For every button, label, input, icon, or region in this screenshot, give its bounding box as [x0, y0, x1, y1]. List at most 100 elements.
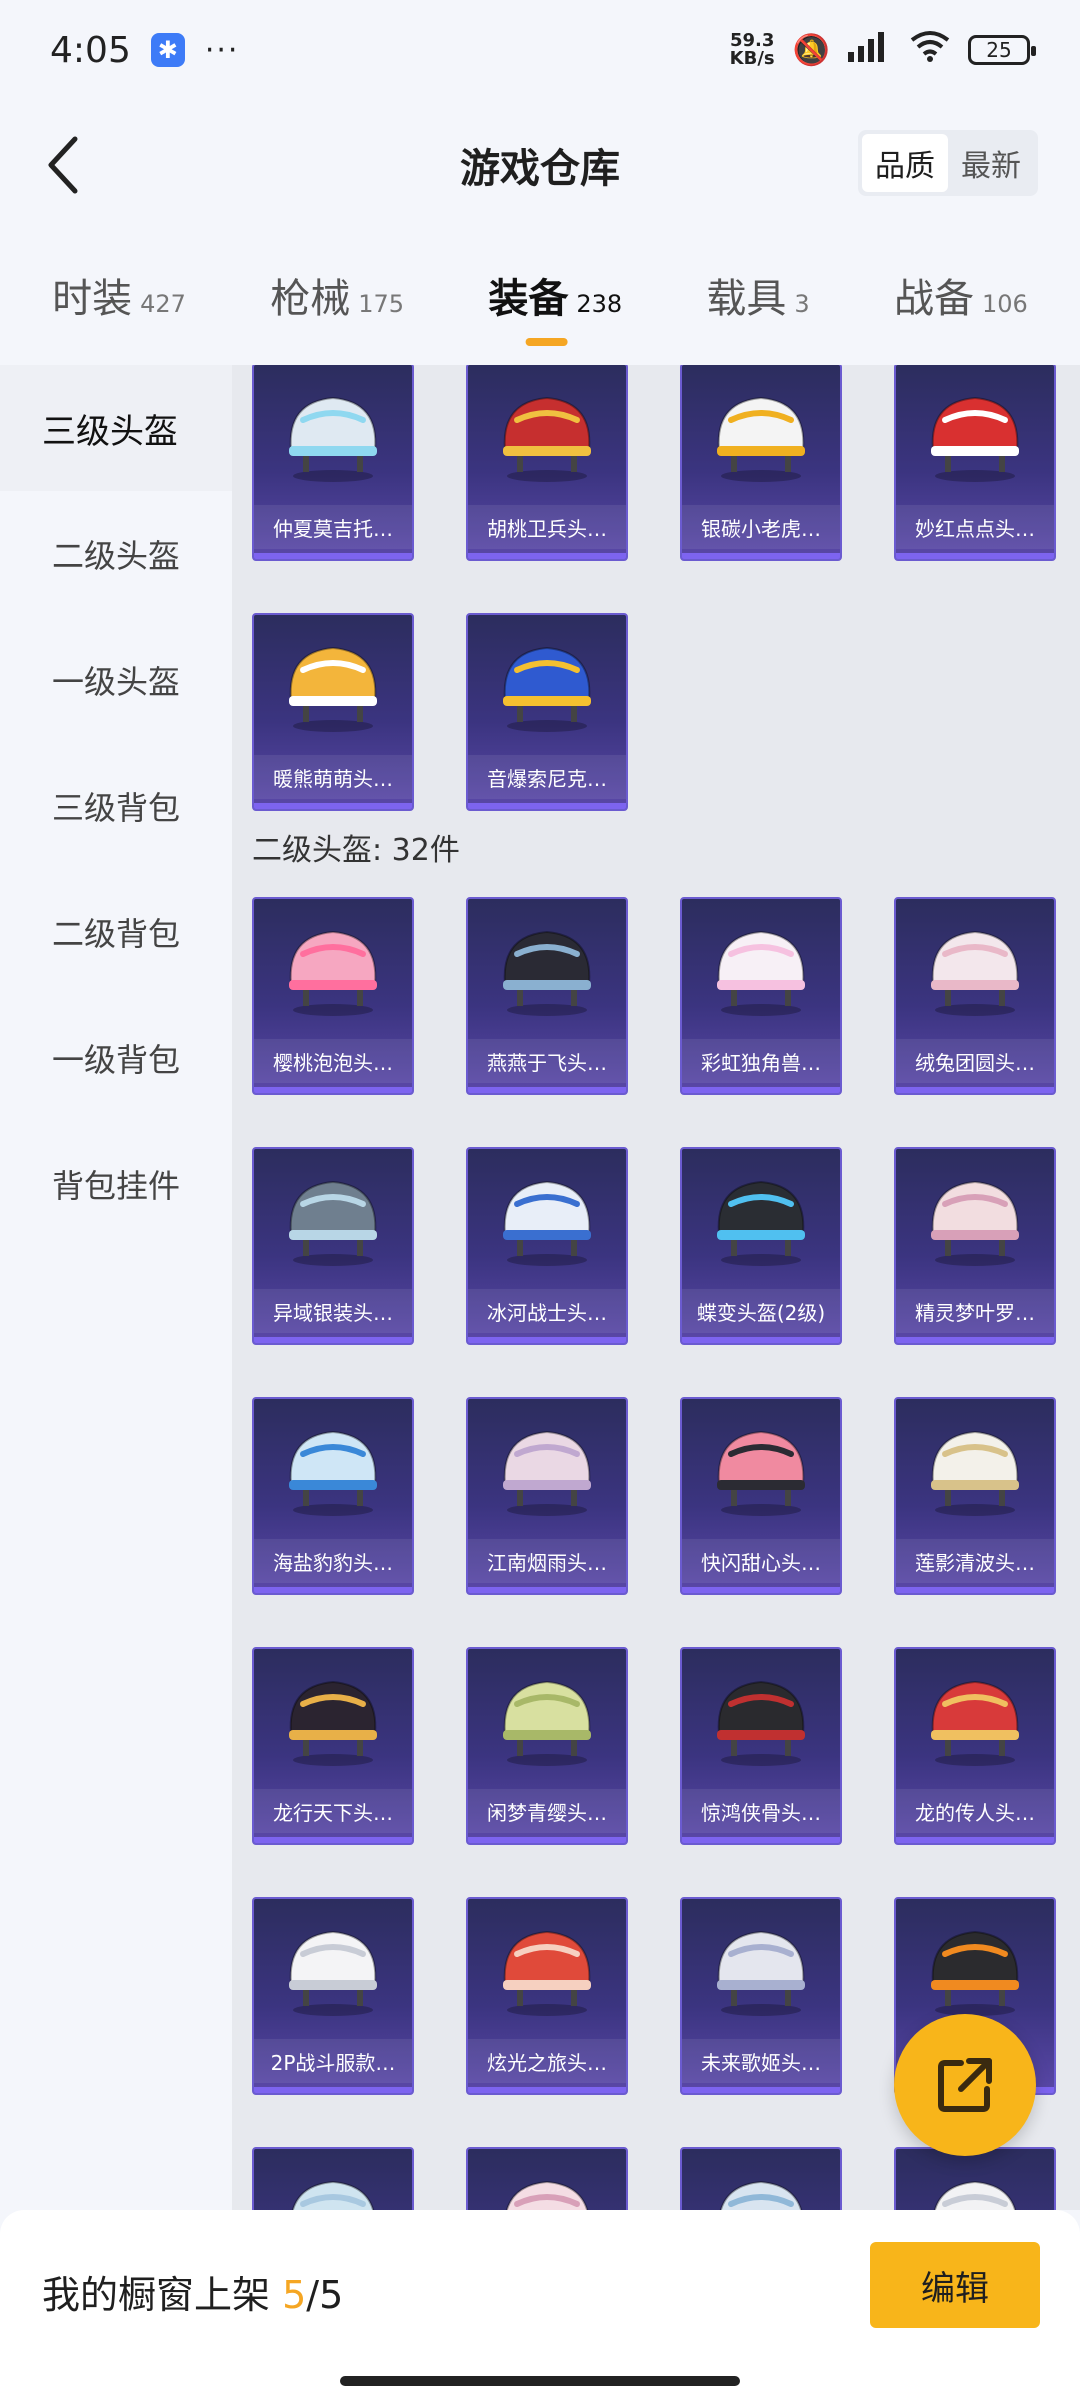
item-name: 银碳小老虎…	[682, 505, 840, 549]
bottom-bar: 我的橱窗上架 5/5 编辑	[0, 2210, 1080, 2400]
tab-equipment[interactable]: 装备 238	[488, 266, 622, 346]
helmet-icon	[468, 1899, 626, 2039]
helmet-icon	[682, 1399, 840, 1539]
helmet-icon	[896, 1149, 1054, 1289]
category-tabs: 时装 427 枪械 175 装备 238 载具 3 战备 106	[0, 230, 1080, 360]
showcase-count-current: 5	[282, 2273, 307, 2317]
helmet-icon	[896, 899, 1054, 1039]
item-name: 燕燕于飞头…	[468, 1039, 626, 1083]
tab-fashion[interactable]: 时装 427	[52, 266, 186, 324]
item-card[interactable]: 绒兔团圆头…	[894, 897, 1056, 1095]
item-card[interactable]: 江南烟雨头…	[466, 1397, 628, 1595]
tab-vehicles[interactable]: 载具 3	[706, 266, 809, 324]
item-card[interactable]	[252, 2147, 414, 2210]
helmet-icon	[896, 1399, 1054, 1539]
item-card[interactable]	[680, 2147, 842, 2210]
item-name: 妙红点点头…	[896, 505, 1054, 549]
item-card[interactable]: 2P战斗服款…	[252, 1897, 414, 2095]
helmet-icon	[896, 365, 1054, 505]
helmet-icon	[254, 1149, 412, 1289]
share-button[interactable]	[894, 2014, 1036, 2156]
item-card[interactable]: 妙红点点头…	[894, 365, 1056, 561]
header: 游戏仓库 品质 最新	[0, 100, 1080, 230]
helmet-icon	[254, 2149, 412, 2210]
item-name: 炫光之旅头…	[468, 2039, 626, 2083]
showcase-count-total: /5	[306, 2273, 344, 2317]
item-card[interactable]	[894, 2147, 1056, 2210]
sidebar-item-level1-helmet[interactable]: 一级头盔	[0, 617, 232, 743]
helmet-icon	[682, 365, 840, 505]
helmet-icon	[682, 2149, 840, 2210]
sidebar-item-level3-backpack[interactable]: 三级背包	[0, 743, 232, 869]
item-card[interactable]: 惊鸿侠骨头…	[680, 1647, 842, 1845]
helmet-icon	[468, 1649, 626, 1789]
item-card[interactable]: 龙行天下头…	[252, 1647, 414, 1845]
item-card[interactable]: 快闪甜心头…	[680, 1397, 842, 1595]
sidebar-item-level1-backpack[interactable]: 一级背包	[0, 995, 232, 1121]
helmet-icon	[896, 1649, 1054, 1789]
item-card[interactable]: 莲影清波头…	[894, 1397, 1056, 1595]
item-name: 异域银装头…	[254, 1289, 412, 1333]
item-name: 龙的传人头…	[896, 1789, 1054, 1833]
item-card[interactable]: 仲夏莫吉托…	[252, 365, 414, 561]
item-card[interactable]: 精灵梦叶罗…	[894, 1147, 1056, 1345]
item-card[interactable]: 银碳小老虎…	[680, 365, 842, 561]
item-card[interactable]: 冰河战士头…	[466, 1147, 628, 1345]
level2-helmet-grid: 樱桃泡泡头… 燕燕于飞头… 彩虹独角兽… 绒兔团圆头… 异域银装头… 冰河战士头… 蝶变头盔…	[252, 897, 1056, 2210]
item-name: 音爆索尼克…	[468, 755, 626, 799]
helmet-icon	[468, 899, 626, 1039]
helmet-icon	[682, 1649, 840, 1789]
helmet-icon	[468, 1149, 626, 1289]
item-card[interactable]: 海盐豹豹头…	[252, 1397, 414, 1595]
item-card[interactable]: 燕燕于飞头…	[466, 897, 628, 1095]
wifi-icon	[910, 30, 950, 70]
sidebar-item-backpack-charm[interactable]: 背包挂件	[0, 1121, 232, 1247]
active-tab-indicator	[525, 338, 568, 346]
item-name: 精灵梦叶罗…	[896, 1289, 1054, 1333]
tab-supplies[interactable]: 战备 106	[894, 266, 1028, 324]
edit-button[interactable]: 编辑	[870, 2242, 1040, 2328]
item-card[interactable]: 蝶变头盔(2级)	[680, 1147, 842, 1345]
sidebar-item-level2-backpack[interactable]: 二级背包	[0, 869, 232, 995]
chevron-left-icon	[48, 136, 78, 194]
item-card[interactable]: 音爆索尼克…	[466, 613, 628, 811]
helmet-icon	[468, 615, 626, 755]
tab-count: 3	[794, 290, 810, 318]
status-left: 4:05 ✱ ···	[50, 30, 239, 71]
item-card[interactable]: 胡桃卫兵头…	[466, 365, 628, 561]
level3-helmet-grid: 仲夏莫吉托… 胡桃卫兵头… 银碳小老虎… 妙红点点头… 暖熊萌萌头… 音爆索尼克…	[252, 365, 1056, 811]
home-indicator[interactable]	[340, 2376, 740, 2386]
item-name: 海盐豹豹头…	[254, 1539, 412, 1583]
item-card[interactable]: 暖熊萌萌头…	[252, 613, 414, 811]
helmet-icon	[682, 1899, 840, 2039]
app-notification-icon: ✱	[150, 33, 185, 67]
sidebar-item-level2-helmet[interactable]: 二级头盔	[0, 491, 232, 617]
item-name: 快闪甜心头…	[682, 1539, 840, 1583]
item-card[interactable]: 樱桃泡泡头…	[252, 897, 414, 1095]
page-title: 游戏仓库	[460, 146, 620, 192]
item-grid-area[interactable]: 仲夏莫吉托… 胡桃卫兵头… 银碳小老虎… 妙红点点头… 暖熊萌萌头… 音爆索尼克… 二级头…	[232, 365, 1080, 2210]
item-name: 胡桃卫兵头…	[468, 505, 626, 549]
item-card[interactable]: 未来歌姬头…	[680, 1897, 842, 2095]
item-card[interactable]: 炫光之旅头…	[466, 1897, 628, 2095]
helmet-icon	[896, 2149, 1054, 2210]
item-card[interactable]: 彩虹独角兽…	[680, 897, 842, 1095]
helmet-icon	[254, 365, 412, 505]
sort-by-quality-button[interactable]: 品质	[862, 134, 948, 192]
back-button[interactable]	[28, 130, 98, 200]
item-name: 暖熊萌萌头…	[254, 755, 412, 799]
battery-icon: 25	[968, 35, 1036, 65]
sidebar-item-level3-helmet[interactable]: 三级头盔	[0, 365, 232, 491]
helmet-icon	[468, 365, 626, 505]
item-card[interactable]	[466, 2147, 628, 2210]
share-external-icon	[938, 2058, 992, 2112]
item-card[interactable]: 异域银装头…	[252, 1147, 414, 1345]
helmet-icon	[682, 1149, 840, 1289]
item-name: 闲梦青缨头…	[468, 1789, 626, 1833]
network-speed: 59.3 KB/s	[730, 32, 775, 68]
item-card[interactable]: 龙的传人头…	[894, 1647, 1056, 1845]
tab-weapons[interactable]: 枪械 175	[270, 266, 404, 324]
sort-by-newest-button[interactable]: 最新	[948, 134, 1034, 192]
item-card[interactable]: 闲梦青缨头…	[466, 1647, 628, 1845]
network-speed-unit: KB/s	[729, 48, 775, 69]
